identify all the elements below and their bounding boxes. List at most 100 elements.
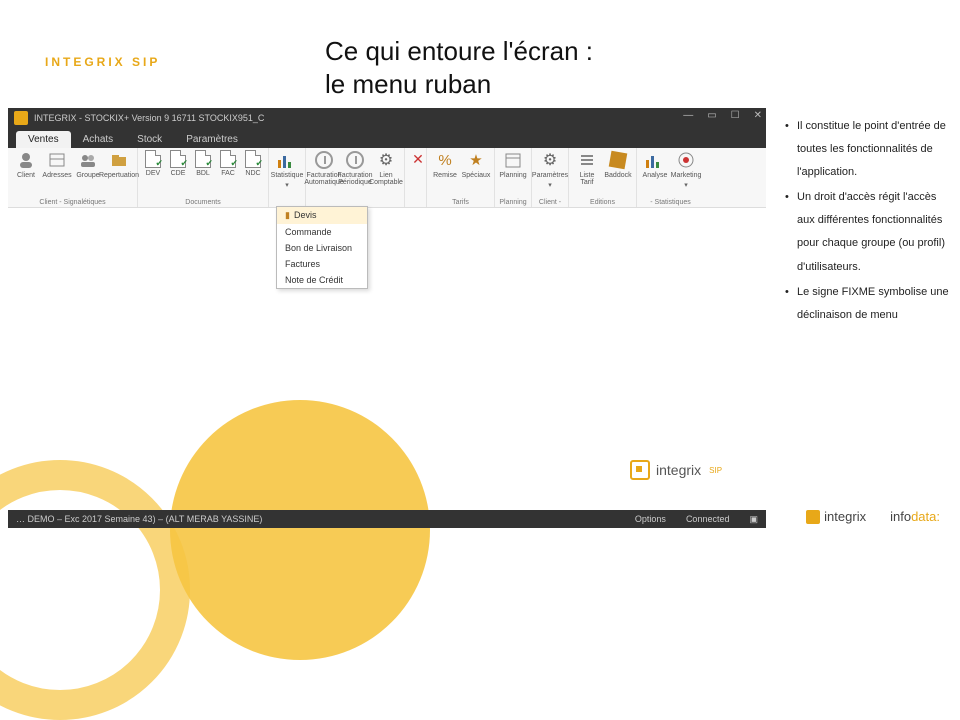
ribbon-tabbar: Ventes Achats Stock Paramètres: [8, 128, 766, 148]
ribbon-btn-repertuation[interactable]: Repertuation: [105, 150, 133, 179]
ribbon-label: Planning: [499, 172, 526, 179]
tab-ventes[interactable]: Ventes: [16, 131, 71, 148]
ribbon-btn-groupe[interactable]: Groupe: [74, 150, 102, 179]
ribbon-btn-ndc[interactable]: ✔ NDC: [242, 150, 264, 177]
close-icon[interactable]: ✕: [754, 110, 762, 121]
logo-text: info: [890, 509, 911, 524]
ribbon-label: Paramètres: [532, 172, 568, 179]
target-icon: [676, 150, 696, 170]
chevron-down-icon: ▾: [285, 181, 289, 189]
ribbon-group-label: Client -: [536, 198, 564, 206]
logo-box-icon: [806, 510, 820, 524]
menu-item-devis[interactable]: ▮ Devis: [277, 207, 367, 224]
ribbon-label: Repertuation: [99, 172, 139, 179]
logo-text-accent: data: [911, 509, 936, 524]
tab-achats[interactable]: Achats: [71, 131, 126, 148]
maximize-icon[interactable]: ☐: [731, 110, 740, 121]
list-icon: [577, 150, 597, 170]
menu-item-bon-livraison[interactable]: Bon de Livraison: [277, 240, 367, 256]
ribbon-btn-statistique[interactable]: Statistique ▾: [273, 150, 301, 189]
restore-icon[interactable]: ▭: [707, 110, 716, 121]
status-left: … DEMO – Exc 2017 Semaine 43) – (ALT MER…: [16, 514, 262, 524]
ribbon-group-tarifs: %Remise ★Spéciaux Tarifs: [427, 148, 495, 207]
ribbon-btn-adresses[interactable]: Adresses: [43, 150, 71, 179]
integrix-mid-logo: integrix SIP: [630, 460, 722, 480]
ribbon-group-documents: ✔ DEV ✔CDE ✔ BDL ✔FAC ✔ NDC Documents: [138, 148, 269, 207]
ribbon-btn-bdl[interactable]: ✔ BDL: [192, 150, 214, 177]
statistique-dropdown: ▮ Devis Commande Bon de Livraison Facture…: [276, 206, 368, 289]
menu-item-factures[interactable]: Factures: [277, 256, 367, 272]
ribbon-group-label: Editions: [573, 198, 632, 206]
app-window: INTEGRIX - STOCKIX+ Version 9 16711 STOC…: [8, 108, 766, 208]
ribbon-btn-fact-auto[interactable]: Facturation Automatique: [310, 150, 338, 186]
ribbon-btn-analyse[interactable]: Analyse: [641, 150, 669, 179]
ribbon-group-stats: Statistique ▾: [269, 148, 306, 207]
ribbon-label: Spéciaux: [462, 172, 491, 179]
app-icon: [14, 111, 28, 125]
window-titlebar: INTEGRIX - STOCKIX+ Version 9 16711 STOC…: [8, 108, 766, 128]
ribbon-btn-fact-period[interactable]: Facturation Périodique: [341, 150, 369, 186]
ribbon-btn-cde[interactable]: ✔CDE: [167, 150, 189, 177]
ribbon-btn-dev[interactable]: ✔ DEV: [142, 150, 164, 177]
ribbon-btn-remise[interactable]: %Remise: [431, 150, 459, 179]
logo-text: integrix: [824, 509, 866, 524]
document-icon: ✔: [220, 150, 236, 168]
status-options[interactable]: Options: [635, 514, 666, 525]
bullet-3: Le signe FIXME symbolise une déclinaison…: [785, 281, 950, 327]
ribbon-label: Facturation Périodique: [337, 172, 372, 186]
bullet-2: Un droit d'accès régit l'accès aux diffé…: [785, 186, 950, 278]
person-icon: [16, 150, 36, 170]
ribbon-btn-marketing[interactable]: Marketing▾: [672, 150, 700, 189]
ribbon-btn-parametres[interactable]: ⚙Paramètres▾: [536, 150, 564, 189]
logo-box-icon: [630, 460, 650, 480]
ribbon-group-empty: ✕: [405, 148, 427, 207]
logo-text: integrix: [656, 462, 701, 478]
menu-item-note-credit[interactable]: Note de Crédit: [277, 272, 367, 288]
minimize-icon[interactable]: —: [683, 110, 693, 121]
ribbon-label: Analyse: [643, 172, 668, 179]
status-connected: Connected: [686, 514, 730, 525]
status-bar: … DEMO – Exc 2017 Semaine 43) – (ALT MER…: [8, 510, 766, 528]
title-line-2: le menu ruban: [325, 69, 491, 99]
ribbon-label: Adresses: [42, 172, 71, 179]
chevron-down-icon: ▾: [548, 181, 552, 189]
logo-sup: SIP: [709, 466, 722, 475]
clock-icon: [315, 151, 333, 169]
percent-icon: %: [435, 150, 455, 170]
bar-chart-icon: [646, 152, 664, 168]
ribbon-group-label: - Statistiques: [641, 198, 700, 206]
status-icon: ▣: [749, 514, 758, 525]
ribbon-group-label: Documents: [142, 198, 264, 206]
ribbon-label: BDL: [196, 170, 210, 177]
ribbon-btn-lien-compta[interactable]: ⚙Lien Comptable: [372, 150, 400, 186]
ribbon-group-client-param: ⚙Paramètres▾ Client -: [532, 148, 569, 207]
ribbon-group-facturation: Facturation Automatique Facturation Péri…: [306, 148, 405, 207]
ribbon-btn-client[interactable]: Client: [12, 150, 40, 179]
document-icon: ✔: [145, 150, 161, 168]
brand-logo: INTEGRIX SIP: [45, 55, 160, 69]
ribbon-label: NDC: [245, 170, 260, 177]
ribbon-btn-liste-tarif[interactable]: Liste Tarif: [573, 150, 601, 186]
ribbon-btn-planning[interactable]: Planning: [499, 150, 527, 179]
menu-item-label: Devis: [294, 210, 317, 220]
menu-item-commande[interactable]: Commande: [277, 224, 367, 240]
ribbon-btn-misc[interactable]: ✕: [409, 150, 427, 168]
document-icon: ✔: [195, 150, 211, 168]
title-line-1: Ce qui entoure l'écran :: [325, 36, 593, 66]
ribbon-btn-fac[interactable]: ✔FAC: [217, 150, 239, 177]
ribbon: Client Adresses Groupe Repertuation Clie…: [8, 148, 766, 208]
chevron-down-icon: ▾: [684, 181, 688, 189]
ribbon-btn-speciaux[interactable]: ★Spéciaux: [462, 150, 490, 179]
calendar-icon: [503, 150, 523, 170]
chart-mini-icon: ▮: [285, 210, 290, 220]
bullet-1: Il constitue le point d'entrée de toutes…: [785, 115, 950, 184]
cross-icon: ✕: [409, 150, 427, 168]
tab-stock[interactable]: Stock: [125, 131, 174, 148]
ribbon-btn-baddock[interactable]: Baddock: [604, 150, 632, 179]
footer-infodata-logo: infodata:: [890, 509, 940, 524]
tab-parametres[interactable]: Paramètres: [174, 131, 250, 148]
description-bullets: Il constitue le point d'entrée de toutes…: [785, 115, 950, 329]
footer-logos: integrix infodata:: [806, 509, 940, 524]
document-icon: ✔: [245, 150, 261, 168]
ribbon-label: DEV: [146, 170, 160, 177]
